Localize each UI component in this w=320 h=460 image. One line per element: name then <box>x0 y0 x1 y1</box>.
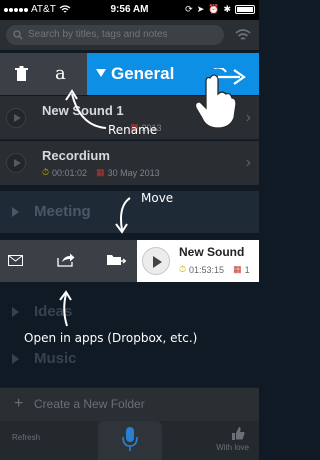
bluetooth-icon: ✱ <box>223 4 231 14</box>
rename-button[interactable]: a <box>55 63 66 84</box>
mail-icon[interactable] <box>8 255 23 266</box>
microphone-icon <box>122 427 138 451</box>
move-annotation: Move <box>141 191 174 205</box>
folder-general-label: General <box>111 64 175 83</box>
folder-expanded-icon <box>96 69 106 77</box>
search-input[interactable] <box>6 25 224 45</box>
plus-icon: + <box>14 395 24 412</box>
open-in-apps-arrow-icon <box>59 290 72 327</box>
calendar-icon: ▦ <box>96 167 105 177</box>
thumbs-up-icon[interactable] <box>231 427 245 440</box>
recording-duration: 00:01:02 <box>52 167 88 178</box>
recording-name: New Sound <box>179 245 245 259</box>
recording-meta: ⏱ 01:53:15 ▦ 1 <box>179 264 250 275</box>
share-icon[interactable] <box>57 253 75 267</box>
alarm-icon: ⏰ <box>208 4 220 14</box>
record-button[interactable] <box>98 421 162 460</box>
play-icon[interactable] <box>6 153 26 173</box>
love-button[interactable]: With love <box>216 443 249 452</box>
recording-date: 30 May 2013 <box>107 167 160 178</box>
search-bar <box>0 20 259 50</box>
move-arrow-icon <box>115 197 131 234</box>
calendar-icon: ▦ <box>233 264 242 274</box>
bottom-toolbar: Refresh With love <box>0 421 259 460</box>
chevron-right-icon[interactable]: › <box>246 154 251 172</box>
trash-icon[interactable] <box>15 66 28 82</box>
location-icon: ➤ <box>196 4 205 14</box>
folder-collapsed-icon <box>12 207 19 217</box>
chevron-right-icon[interactable]: › <box>246 109 251 127</box>
status-bar: AT&T 9:56 AM ⟳ ➤ ⏰ ✱ <box>0 0 259 20</box>
folder-collapsed-icon <box>12 307 19 317</box>
move-folder-icon[interactable] <box>106 253 126 267</box>
create-folder-button[interactable]: + Create a New Folder <box>0 387 259 421</box>
recording-action-toolbar <box>0 240 137 282</box>
folder-meeting-label: Meeting <box>34 203 91 220</box>
recording-card-new-sound[interactable]: New Sound ⏱ 01:53:15 ▦ 1 <box>137 240 259 282</box>
recording-duration: 01:53:15 <box>189 264 225 275</box>
recording-meta: ⏱ 00:01:02 ▦ 30 May 2013 <box>42 167 160 178</box>
stopwatch-icon: ⏱ <box>42 167 50 177</box>
search-icon <box>13 30 23 40</box>
rename-arrow-icon <box>65 89 107 129</box>
recording-name: Recordium <box>42 148 110 163</box>
recording-date: 1 <box>244 264 250 275</box>
rename-annotation: Rename <box>108 123 158 137</box>
play-icon[interactable] <box>142 247 170 275</box>
recording-row[interactable]: Recordium ⏱ 00:01:02 ▦ 30 May 2013 › <box>0 141 259 185</box>
stopwatch-icon: ⏱ <box>179 264 187 274</box>
create-folder-label: Create a New Folder <box>34 397 145 411</box>
refresh-button[interactable]: Refresh <box>12 433 40 442</box>
open-in-apps-annotation: Open in apps (Dropbox, etc.) <box>24 331 198 345</box>
swipe-arrow-icon <box>218 69 246 85</box>
status-icons: ⟳ ➤ ⏰ ✱ <box>185 4 255 15</box>
play-icon[interactable] <box>6 108 26 128</box>
wifi-sync-icon[interactable] <box>235 28 251 42</box>
folder-ideas[interactable]: Ideas <box>0 291 259 333</box>
battery-icon <box>235 5 255 14</box>
folder-collapsed-icon <box>12 354 19 364</box>
lock-rotation-icon: ⟳ <box>185 4 193 14</box>
folder-music-label: Music <box>34 350 77 367</box>
